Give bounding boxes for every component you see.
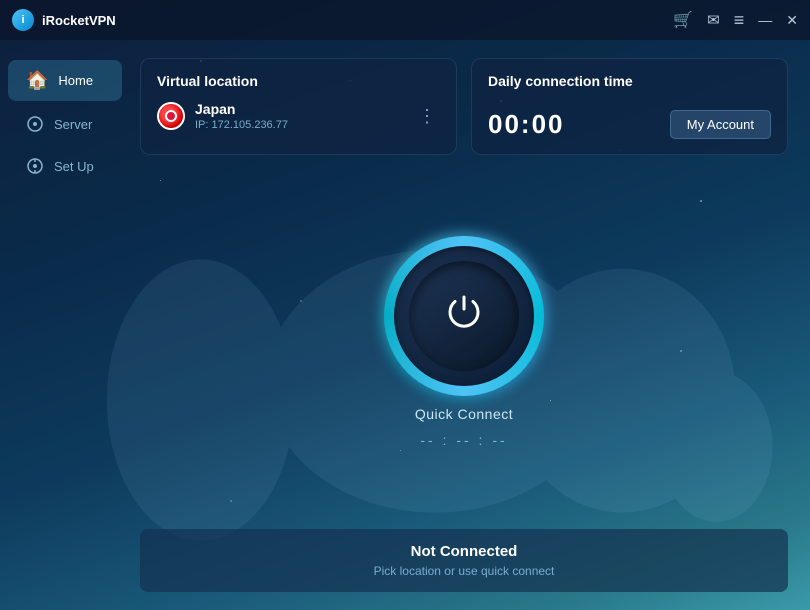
power-button-mid <box>394 246 534 386</box>
content-area: Virtual location Japan IP: 172.105.236.7… <box>130 40 810 610</box>
app-logo: i <box>12 9 34 31</box>
menu-icon[interactable]: ≡ <box>734 10 745 31</box>
titlebar: i iRocketVPN 🛒 ✉ ≡ — ✕ <box>0 0 810 40</box>
power-button-inner <box>409 261 519 371</box>
location-info: Japan IP: 172.105.236.77 <box>195 101 404 131</box>
home-icon: 🏠 <box>26 70 48 91</box>
cart-icon[interactable]: 🛒 <box>673 10 693 30</box>
ip-address: IP: 172.105.236.77 <box>195 119 404 131</box>
daily-time-card: Daily connection time 00:00 My Account <box>471 58 788 155</box>
minimize-button[interactable]: — <box>758 12 772 28</box>
timer-display: -- : -- : -- <box>420 432 507 448</box>
daily-time-title: Daily connection time <box>488 73 771 89</box>
titlebar-left: i iRocketVPN <box>12 9 116 31</box>
home-label: Home <box>58 73 93 88</box>
setup-label: Set Up <box>54 159 94 174</box>
mail-icon[interactable]: ✉ <box>707 11 720 29</box>
sidebar-item-home[interactable]: 🏠 Home <box>8 60 122 101</box>
setup-icon <box>26 157 44 175</box>
connection-time: 00:00 <box>488 109 565 140</box>
time-row: 00:00 My Account <box>488 101 771 140</box>
power-button[interactable] <box>384 236 544 396</box>
main-layout: 🏠 Home Server Set Up <box>0 40 810 610</box>
sidebar-item-server[interactable]: Server <box>8 105 122 143</box>
status-title: Not Connected <box>160 543 768 560</box>
close-button[interactable]: ✕ <box>786 12 798 29</box>
virtual-location-title: Virtual location <box>157 73 440 89</box>
server-icon <box>26 115 44 133</box>
top-cards: Virtual location Japan IP: 172.105.236.7… <box>140 58 788 155</box>
status-subtitle: Pick location or use quick connect <box>160 564 768 578</box>
more-options-button[interactable]: ⋮ <box>414 102 440 131</box>
titlebar-right: 🛒 ✉ ≡ — ✕ <box>673 10 798 31</box>
app-title: iRocketVPN <box>42 13 116 28</box>
location-row: Japan IP: 172.105.236.77 ⋮ <box>157 101 440 131</box>
my-account-button[interactable]: My Account <box>670 110 771 139</box>
server-label: Server <box>54 117 92 132</box>
virtual-location-card: Virtual location Japan IP: 172.105.236.7… <box>140 58 457 155</box>
quick-connect-label: Quick Connect <box>415 406 513 422</box>
status-bar: Not Connected Pick location or use quick… <box>140 529 788 592</box>
sidebar-item-setup[interactable]: Set Up <box>8 147 122 185</box>
country-name: Japan <box>195 101 404 117</box>
japan-flag <box>157 102 185 130</box>
sidebar: 🏠 Home Server Set Up <box>0 40 130 610</box>
power-section: Quick Connect -- : -- : -- <box>140 169 788 515</box>
power-icon <box>442 291 486 342</box>
